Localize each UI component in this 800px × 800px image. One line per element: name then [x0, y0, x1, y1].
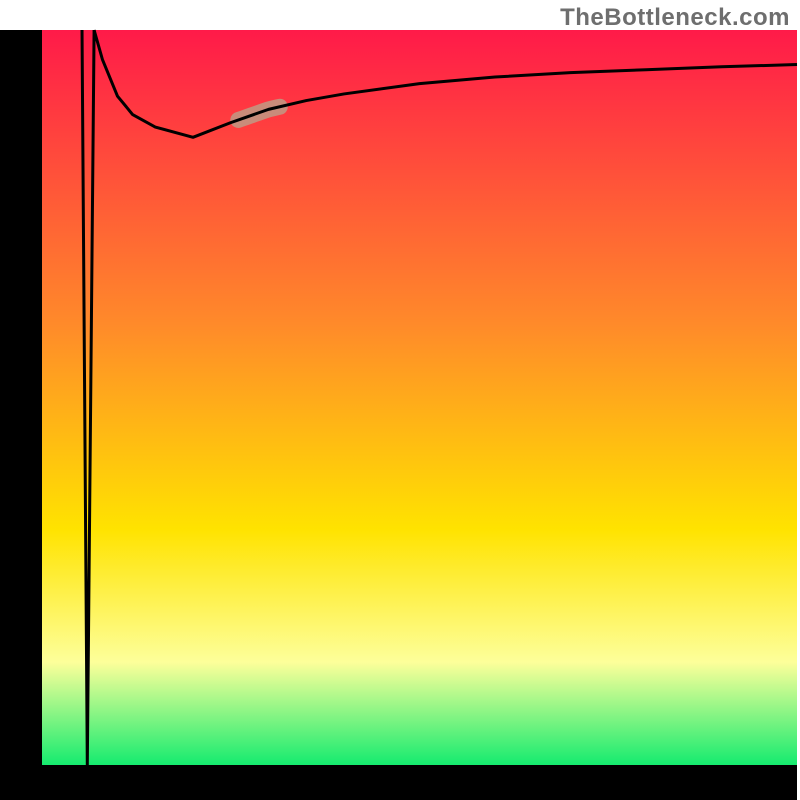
- plot-background: [42, 30, 797, 765]
- y-axis-band: [0, 30, 42, 800]
- chart-svg: [0, 0, 800, 800]
- watermark-text: TheBottleneck.com: [560, 4, 790, 32]
- chart-container: TheBottleneck.com: [0, 0, 800, 800]
- x-axis-band: [0, 765, 797, 800]
